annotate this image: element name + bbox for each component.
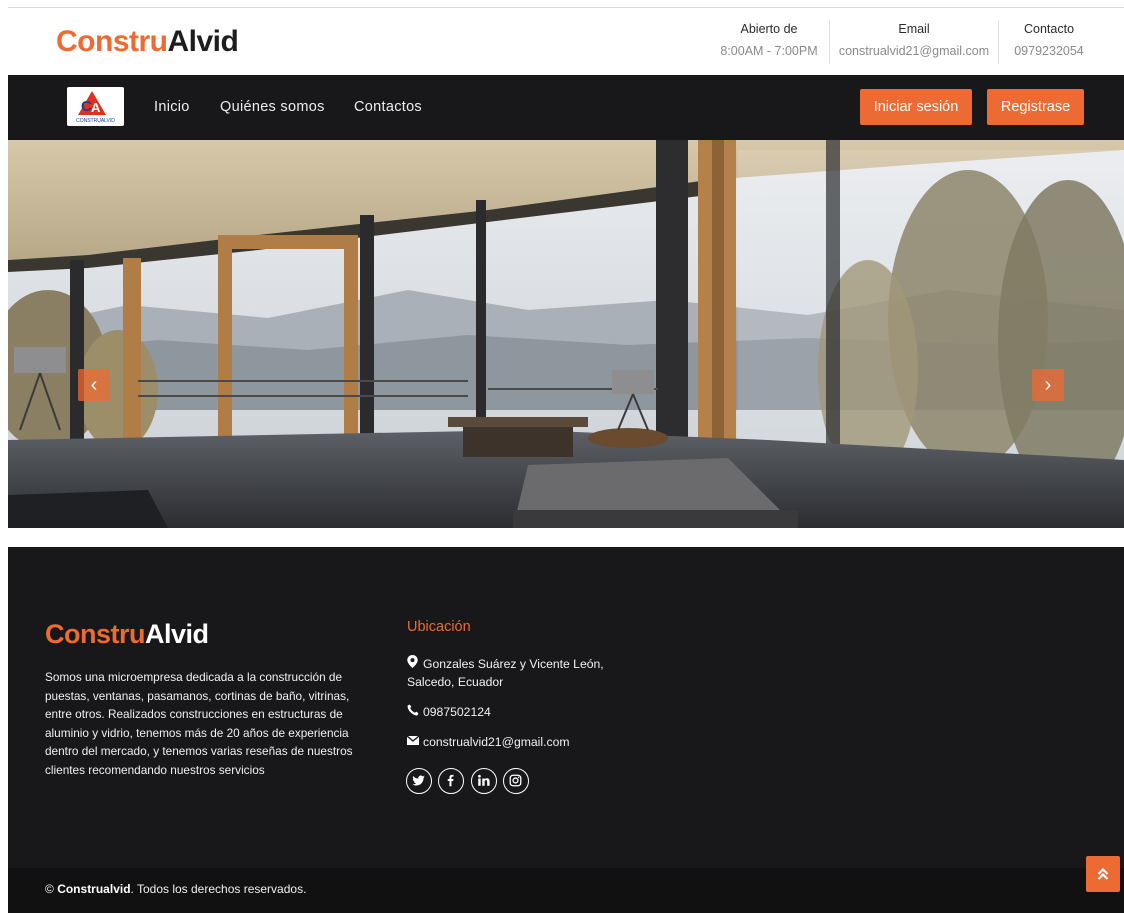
brand-part-2: Alvid [167, 25, 239, 58]
top-info-bar: ConstruAlvid Abierto de 8:00AM - 7:00PM … [8, 7, 1124, 76]
facebook-icon[interactable] [438, 768, 465, 794]
social-links [406, 768, 531, 794]
linkedin-icon[interactable] [470, 768, 497, 794]
address-row: Gonzales Suárez y Vicente León, Salcedo,… [407, 655, 604, 691]
brand-logo-text[interactable]: ConstruAlvid [56, 25, 239, 59]
info-divider [998, 20, 999, 64]
map-pin-icon [407, 655, 423, 673]
nav-link-quienes-somos[interactable]: Quiénes somos [220, 99, 325, 115]
opening-hours-value: 8:00AM - 7:00PM [720, 44, 818, 58]
double-chevron-up-icon [1097, 867, 1109, 880]
top-contact: Contacto 0979232054 [1002, 18, 1096, 62]
footer-brand-part-2: Alvid [145, 619, 209, 649]
opening-hours: Abierto de 8:00AM - 7:00PM [709, 18, 829, 62]
carousel-prev-button[interactable]: ‹ [78, 369, 110, 401]
address-line-1: Gonzales Suárez y Vicente León, [423, 657, 604, 671]
brand-part-1: Constru [56, 25, 168, 58]
logo-caption: CONSTRUALVID [76, 118, 115, 124]
email-row: construalvid21@gmail.com [406, 733, 570, 751]
envelope-icon [406, 733, 423, 751]
top-contact-value[interactable]: 0979232054 [1002, 40, 1096, 62]
copyright-bar: © Construalvid. Todos los derechos reser… [8, 868, 1124, 913]
phone-row: 0987502124 [407, 703, 491, 721]
footer-about-text: Somos una microempresa dedicada a la con… [45, 670, 353, 777]
footer-email[interactable]: construalvid21@gmail.com [423, 735, 570, 749]
nav-link-contactos[interactable]: Contactos [354, 99, 422, 115]
top-email-label: Email [898, 22, 930, 36]
instagram-icon[interactable] [503, 768, 530, 794]
twitter-icon[interactable] [406, 768, 432, 794]
back-to-top-button[interactable] [1086, 856, 1120, 892]
footer-phone[interactable]: 0987502124 [423, 705, 491, 719]
opening-hours-label: Abierto de [740, 22, 798, 36]
top-email: Email construalvid21@gmail.com [834, 18, 994, 62]
copyright-text: © Construalvid. Todos los derechos reser… [45, 882, 306, 896]
carousel-next-button[interactable]: › [1032, 369, 1064, 401]
copyright-symbol: © [45, 882, 54, 896]
location-title: Ubicación [407, 619, 471, 635]
copyright-brand[interactable]: Construalvid [57, 882, 130, 896]
footer-brand: ConstruAlvid [45, 619, 209, 650]
address-line-2: Salcedo, Ecuador [407, 675, 504, 689]
phone-icon [407, 703, 423, 721]
copyright-rest: . Todos los derechos reservados. [130, 882, 307, 896]
company-logo-icon: C A CONSTRUALVID [71, 91, 120, 124]
hero-image [8, 140, 1124, 528]
svg-text:A: A [91, 100, 101, 115]
footer-brand-part-1: Constru [45, 619, 146, 649]
info-divider [829, 20, 830, 64]
hero-carousel: ‹ › [8, 140, 1124, 528]
login-button[interactable]: Iniciar sesión [860, 89, 972, 125]
nav-logo[interactable]: C A CONSTRUALVID [67, 87, 124, 126]
top-contact-label: Contacto [1023, 22, 1075, 36]
register-button[interactable]: Registrase [987, 89, 1084, 125]
site-footer: ConstruAlvid Somos una microempresa dedi… [8, 547, 1124, 868]
top-email-value[interactable]: construalvid21@gmail.com [834, 40, 994, 62]
main-navbar: C A CONSTRUALVID Inicio Quiénes somos Co… [8, 75, 1124, 140]
nav-link-inicio[interactable]: Inicio [154, 99, 190, 115]
